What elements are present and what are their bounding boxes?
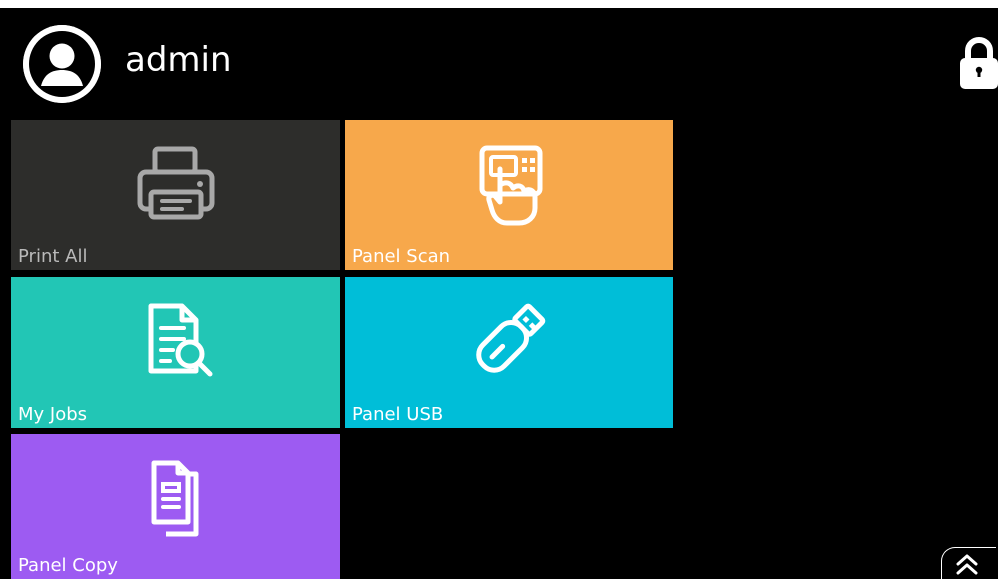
usb-drive-icon [476, 303, 546, 373]
user-icon [23, 25, 101, 103]
home-screen: admin Print All Panel Scan My Jobs Panel… [0, 0, 998, 579]
panel-usb-tile[interactable]: Panel USB [345, 277, 673, 428]
lock-button[interactable] [960, 36, 998, 92]
scan-touch-icon [479, 145, 543, 226]
tile-label: Panel Copy [18, 555, 118, 576]
tile-label: Print All [18, 246, 88, 267]
my-jobs-tile[interactable]: My Jobs [11, 277, 340, 428]
lock-icon [960, 36, 998, 89]
scroll-up-button[interactable] [941, 547, 996, 579]
print-all-tile[interactable]: Print All [11, 120, 340, 270]
tile-label: Panel USB [352, 404, 444, 425]
top-frame [0, 0, 998, 8]
user-avatar[interactable] [23, 25, 101, 103]
printer-icon [137, 146, 214, 220]
panel-scan-tile[interactable]: Panel Scan [345, 120, 673, 270]
username: admin [125, 40, 232, 80]
tile-label: My Jobs [18, 404, 88, 425]
panel-copy-tile[interactable]: Panel Copy [11, 434, 340, 579]
copy-documents-icon [151, 460, 198, 537]
double-chevron-up-icon [956, 554, 978, 575]
document-search-icon [148, 303, 212, 377]
tile-label: Panel Scan [352, 246, 451, 267]
